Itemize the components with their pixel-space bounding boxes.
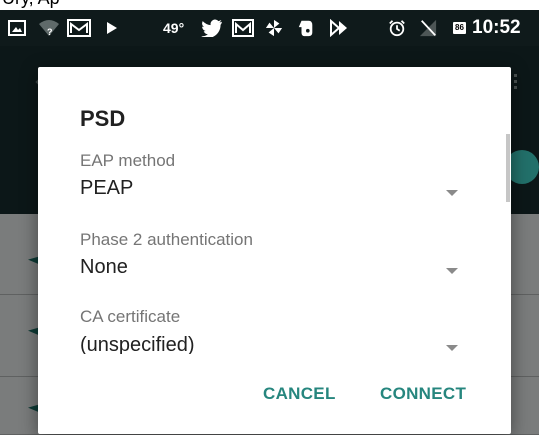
overflow-menu-icon: [514, 74, 517, 92]
scrollbar[interactable]: [506, 134, 510, 202]
connect-button[interactable]: CONNECT: [380, 384, 466, 404]
play-icon: [107, 22, 117, 34]
dropdown-arrow-icon[interactable]: [446, 345, 458, 351]
evernote-icon: [298, 20, 313, 37]
gmail-icon: [67, 19, 91, 37]
ca-certificate-label: CA certificate: [80, 307, 181, 326]
cropped-caption: Ury, Ap: [0, 0, 539, 10]
caption-text: Ury, Ap: [2, 0, 60, 9]
dropdown-arrow-icon[interactable]: [446, 268, 458, 274]
phase2-auth-label: Phase 2 authentication: [80, 230, 253, 249]
alarm-icon: [389, 20, 405, 37]
twitter-icon: [201, 19, 222, 37]
eap-method-label: EAP method: [80, 151, 176, 170]
gmail-icon: [232, 19, 254, 37]
cancel-button[interactable]: CANCEL: [263, 384, 336, 404]
ca-certificate-select[interactable]: (unspecified): [80, 334, 195, 354]
sync-icon: [330, 19, 347, 37]
dialog-scroll-area[interactable]: EAP method PEAP Phase 2 authentication N…: [38, 67, 511, 354]
battery-icon: 86: [453, 22, 466, 34]
wifi-unknown-icon: ?: [39, 20, 59, 37]
temperature-text: 49°: [163, 20, 185, 36]
screenshot-icon: [8, 20, 26, 36]
eap-method-select[interactable]: PEAP: [80, 177, 133, 200]
pinwheel-icon: [265, 19, 283, 37]
status-bar: ? 49° 86 10:52: [0, 10, 539, 46]
no-signal-icon: [419, 19, 437, 37]
phase2-auth-select[interactable]: None: [80, 256, 128, 279]
dropdown-arrow-icon[interactable]: [446, 190, 458, 196]
svg-text:?: ?: [47, 27, 53, 37]
wifi-config-dialog: PSD EAP method PEAP Phase 2 authenticati…: [38, 67, 511, 434]
clock-time: 10:52: [472, 17, 521, 38]
